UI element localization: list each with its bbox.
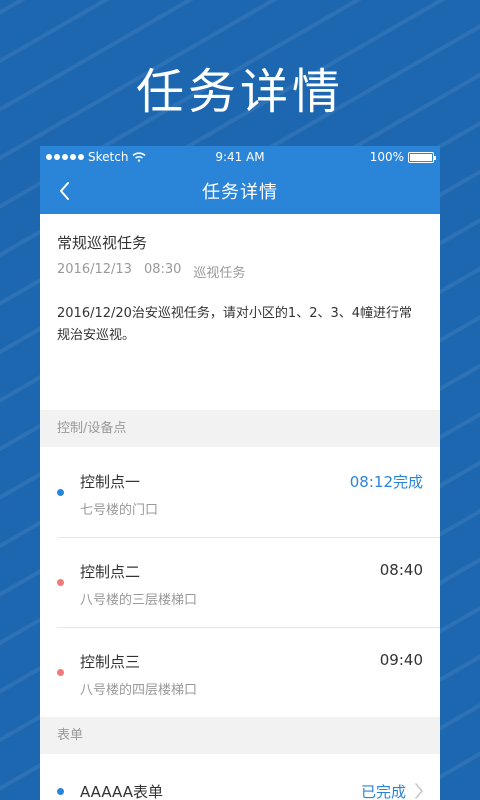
control-point-time: 08:12完成 xyxy=(349,473,423,491)
status-dot xyxy=(57,489,64,496)
chevron-right-icon xyxy=(415,783,423,799)
task-description: 2016/12/20治安巡视任务，请对小区的1、2、3、4幢进行常规治安巡视。 xyxy=(57,306,413,343)
section-header-control-points: 控制/设备点 xyxy=(40,410,440,447)
control-point-location: 八号楼的四层楼梯口 xyxy=(80,683,198,698)
carrier-label: Sketch xyxy=(88,150,129,164)
control-point-item[interactable]: 控制点一 七号楼的门口 08:12完成 xyxy=(40,447,440,537)
promo-title: 任务详情 xyxy=(135,64,344,120)
control-point-item[interactable]: 控制点三 八号楼的四层楼梯口 09:40 xyxy=(40,627,440,717)
status-dot xyxy=(57,669,64,676)
wifi-icon xyxy=(132,152,146,162)
form-item[interactable]: AAAAA表单 已完成 xyxy=(40,754,440,800)
control-point-item[interactable]: 控制点二 八号楼的三层楼梯口 08:40 xyxy=(40,537,440,627)
back-button[interactable] xyxy=(50,176,78,206)
control-point-location: 八号楼的三层楼梯口 xyxy=(80,593,198,608)
control-point-name: 控制点二 xyxy=(80,563,141,581)
task-type: 巡视任务 xyxy=(193,266,246,281)
status-dot xyxy=(57,579,64,586)
control-point-name: 控制点一 xyxy=(80,473,141,491)
status-bar: Sketch 9:41 AM 100% xyxy=(40,146,440,168)
form-name: AAAAA表单 xyxy=(80,783,163,800)
task-info-card: 常规巡视任务 2016/12/13 08:30 巡视任务 2016/12/20治… xyxy=(40,214,440,410)
task-meta: 2016/12/13 08:30 巡视任务 xyxy=(57,262,423,281)
control-point-location: 七号楼的门口 xyxy=(80,503,159,518)
form-status: 已完成 xyxy=(360,783,406,800)
battery-icon xyxy=(408,151,436,163)
status-dot xyxy=(57,788,64,795)
section-header-forms: 表单 xyxy=(40,717,440,754)
phone-screen: Sketch 9:41 AM 100% 任务详情 常规巡视任务 2016/12/… xyxy=(40,146,440,800)
battery-percent: 100% xyxy=(369,150,404,164)
task-name: 常规巡视任务 xyxy=(57,234,148,252)
nav-bar: 任务详情 xyxy=(40,168,440,214)
task-date: 2016/12/13 xyxy=(57,262,132,277)
chevron-left-icon xyxy=(60,182,69,200)
control-point-name: 控制点三 xyxy=(80,653,141,671)
nav-title: 任务详情 xyxy=(202,182,278,203)
signal-icon xyxy=(46,154,84,160)
control-point-time: 08:40 xyxy=(379,561,423,579)
task-time: 08:30 xyxy=(143,262,182,277)
control-point-list: 控制点一 七号楼的门口 08:12完成 控制点二 八号楼的三层楼梯口 08:40… xyxy=(40,447,440,717)
control-point-time: 09:40 xyxy=(379,651,423,669)
